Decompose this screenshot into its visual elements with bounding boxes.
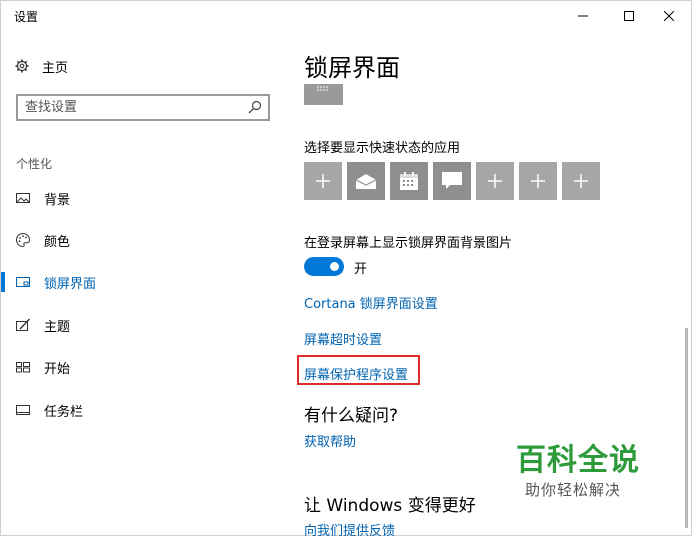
screen-saver-settings-link[interactable]: 屏幕保护程序设置 [304,364,408,383]
settings-window: 设置 主页 查找设置 个性化 背景 颜色 锁屏界面 主题 开始 任务栏 锁屏界面… [0,0,692,536]
sidebar-item-label: 开始 [44,362,71,377]
page-title: 锁屏界面 [304,54,400,82]
sidebar-item-label: 任务栏 [44,405,84,420]
maximize-icon [624,11,634,21]
sidebar-item-label: 颜色 [44,235,71,250]
plus-icon [488,174,502,188]
show-background-label: 在登录屏幕上显示锁屏界面背景图片 [304,236,513,251]
quick-status-tile[interactable] [476,162,514,200]
watermark-title: 百科全说 [516,443,640,478]
sidebar-item-label: 主题 [44,320,71,335]
calendar-icon [400,172,418,190]
active-indicator [1,272,5,292]
lock-screen-preview-image [304,84,343,105]
cortana-lock-screen-settings-link[interactable]: Cortana 锁屏界面设置 [304,293,438,312]
taskbar-icon [16,405,30,415]
palette-icon [16,232,31,248]
sidebar-item-label: 锁屏界面 [44,277,97,292]
quick-status-tiles [304,162,600,200]
plus-icon [574,174,588,188]
sidebar-item-background[interactable]: 背景 [1,187,283,209]
quick-status-tile[interactable] [562,162,600,200]
sidebar-item-taskbar[interactable]: 任务栏 [1,399,283,421]
watermark-subtitle: 助你轻松解决 [525,481,622,499]
home-nav-item[interactable]: 主页 [15,56,68,76]
sidebar: 主页 个性化 背景 颜色 [1,31,283,536]
give-feedback-link[interactable]: 向我们提供反馈 [304,520,395,536]
quick-status-label: 选择要显示快速状态的应用 [304,141,461,156]
start-grid-icon [16,362,30,373]
quick-status-tile[interactable] [519,162,557,200]
minimize-icon [578,15,588,17]
search-input[interactable] [25,98,245,117]
sidebar-item-start[interactable]: 开始 [1,356,283,378]
sidebar-item-lock-screen[interactable]: 锁屏界面 [1,271,283,293]
gear-icon [15,59,29,73]
sidebar-item-themes[interactable]: 主题 [1,314,283,336]
sidebar-item-colors[interactable]: 颜色 [1,229,283,251]
watermark-logo: 百科全说 助你轻松解决 [516,443,646,500]
improve-windows-heading: 让 Windows 变得更好 [304,496,476,516]
lock-screen-icon [16,277,30,287]
message-icon [442,172,462,189]
get-help-link[interactable]: 获取帮助 [304,431,356,450]
theme-brush-icon [16,318,30,331]
keyboard-icon [317,86,328,91]
search-icon[interactable] [248,100,262,114]
quick-status-tile[interactable] [390,162,428,200]
screen-timeout-settings-link[interactable]: 屏幕超时设置 [304,329,382,348]
close-button[interactable] [646,1,692,31]
questions-heading: 有什么疑问? [304,406,399,426]
picture-icon [16,193,30,203]
title-bar: 设置 [1,1,691,31]
quick-status-tile[interactable] [304,162,342,200]
quick-status-tile[interactable] [433,162,471,200]
toggle-knob [330,262,339,271]
plus-icon [531,174,545,188]
window-title: 设置 [14,10,39,24]
section-label-personalization: 个性化 [16,157,53,171]
show-background-toggle[interactable] [304,257,344,276]
close-icon [664,11,674,21]
sidebar-item-label: 背景 [44,193,71,208]
minimize-button[interactable] [560,1,606,31]
search-box[interactable] [16,94,270,121]
plus-icon [316,174,330,188]
mail-icon [355,174,377,189]
home-label: 主页 [42,60,69,76]
toggle-state-label: 开 [354,262,368,277]
scrollbar-thumb[interactable] [685,328,688,528]
quick-status-tile[interactable] [347,162,385,200]
